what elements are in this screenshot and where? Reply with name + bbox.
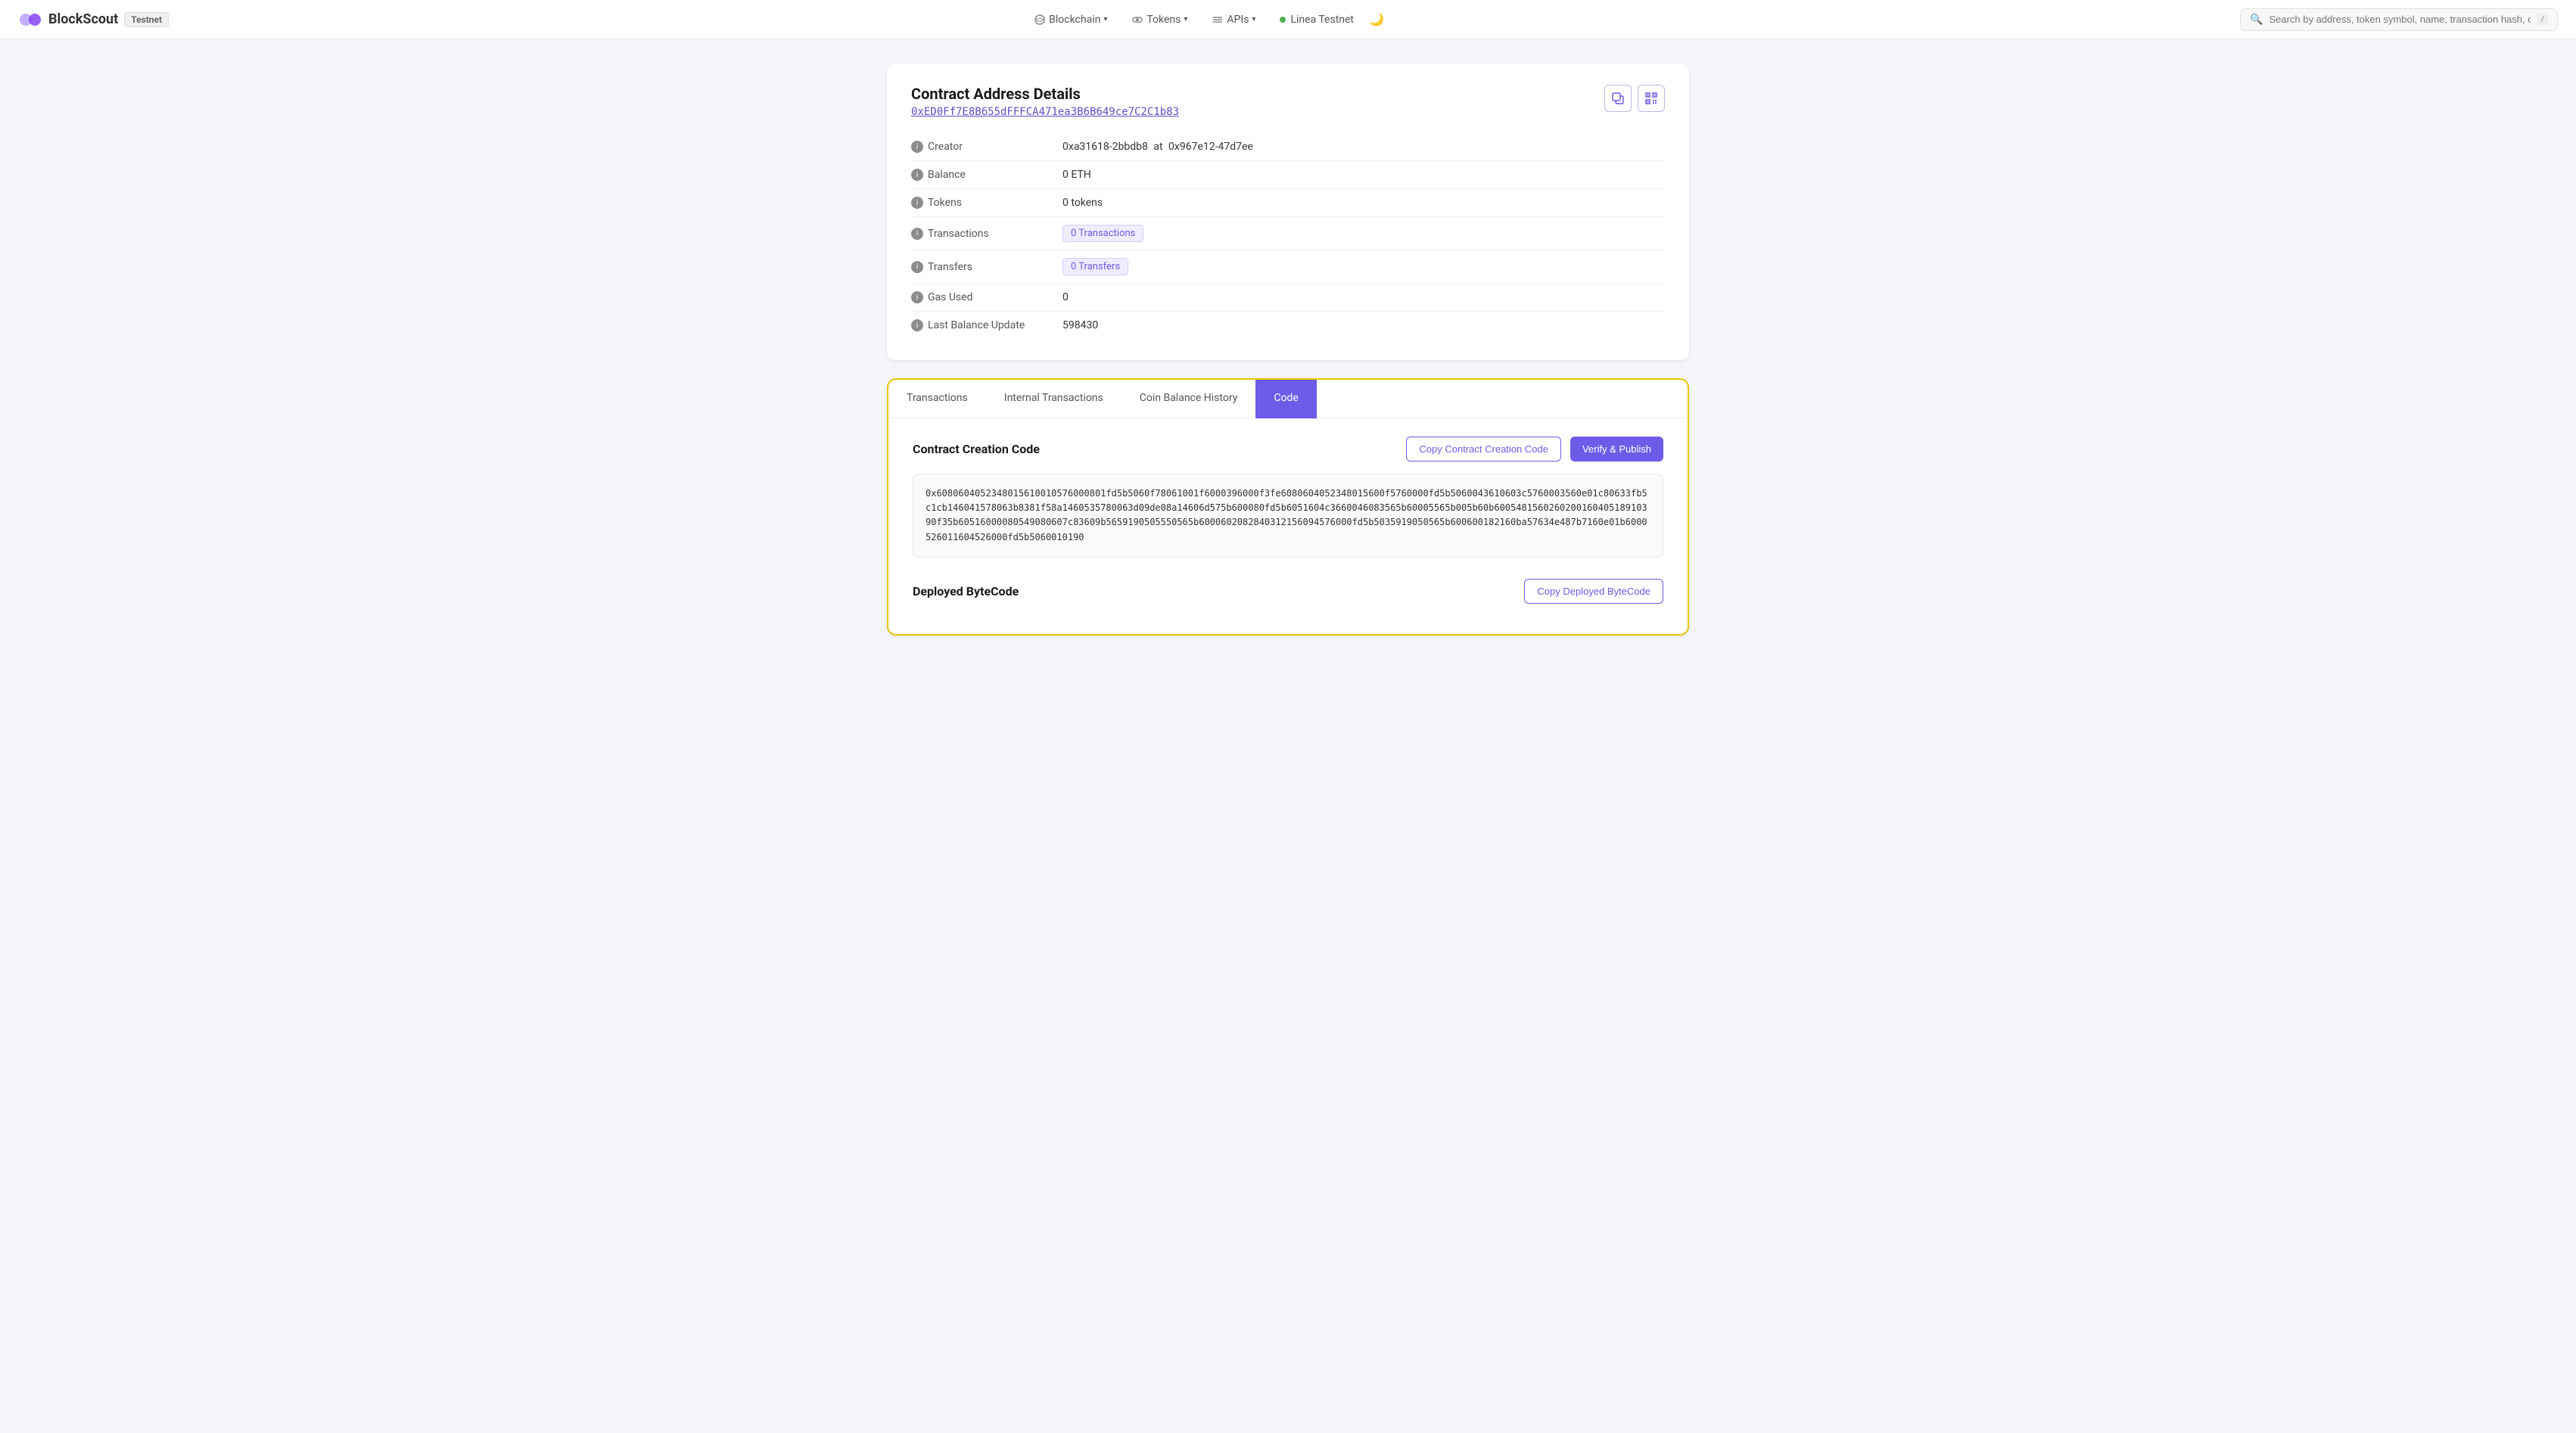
- transfers-badge[interactable]: 0 Transfers: [1062, 258, 1128, 275]
- card-title: Contract Address Details: [911, 85, 1665, 103]
- tab-internal-transactions[interactable]: Internal Transactions: [986, 380, 1122, 418]
- transactions-value: 0 Transactions: [1062, 225, 1143, 242]
- blockchain-icon: [1034, 14, 1046, 26]
- at-text: at: [1153, 141, 1165, 153]
- creator-label: i Creator: [911, 141, 1062, 153]
- apis-chevron-icon: ▾: [1252, 15, 1255, 23]
- balance-label: i Balance: [911, 169, 1062, 181]
- verify-publish-button[interactable]: Verify & Publish: [1570, 437, 1663, 462]
- copy-deployed-bytecode-button[interactable]: Copy Deployed ByteCode: [1524, 579, 1663, 604]
- gas-used-row: i Gas Used 0: [911, 284, 1665, 312]
- balance-info-icon: i: [911, 169, 923, 181]
- creator-address-link[interactable]: 0xa31618-2bbdb8: [1062, 141, 1148, 153]
- nav-apis[interactable]: APIs ▾: [1202, 9, 1265, 30]
- tokens-value: 0 tokens: [1062, 197, 1103, 209]
- nav-tokens[interactable]: Tokens ▾: [1122, 9, 1196, 30]
- tokens-chevron-icon: ▾: [1184, 15, 1187, 23]
- transfers-info-icon: i: [911, 261, 923, 273]
- balance-value: 0 ETH: [1062, 169, 1091, 181]
- creation-code-block: 0x6080604052348015610010576000801fd5b506…: [913, 474, 1663, 558]
- deployed-bytecode-actions: Copy Deployed ByteCode: [1524, 579, 1663, 604]
- transactions-label: i Transactions: [911, 228, 1062, 240]
- copy-icon: [1611, 92, 1625, 105]
- detail-table: i Creator 0xa31618-2bbdb8 at 0x967e12-47…: [911, 133, 1665, 339]
- contract-address[interactable]: 0xED0Ff7E8B655dFFFCA471ea3B6B649ce7C2C1b…: [911, 106, 1665, 118]
- copy-creation-code-button[interactable]: Copy Contract Creation Code: [1406, 437, 1561, 462]
- tabs-body: Contract Creation Code Copy Contract Cre…: [888, 418, 1688, 634]
- tokens-label: i Tokens: [911, 197, 1062, 209]
- last-balance-row: i Last Balance Update 598430: [911, 312, 1665, 339]
- tab-transactions[interactable]: Transactions: [888, 380, 986, 418]
- navbar-nav: Blockchain ▾ Tokens ▾ APIs ▾ Linea Testn…: [193, 9, 2216, 30]
- deployed-bytecode-title: Deployed ByteCode: [913, 584, 1019, 598]
- creator-tx-link[interactable]: 0x967e12-47d7ee: [1168, 141, 1253, 153]
- creation-code-actions: Copy Contract Creation Code Verify & Pub…: [1406, 437, 1663, 462]
- tokens-row: i Tokens 0 tokens: [911, 189, 1665, 217]
- transactions-row: i Transactions 0 Transactions: [911, 217, 1665, 250]
- transfers-value: 0 Transfers: [1062, 258, 1128, 275]
- deployed-bytecode-header: Deployed ByteCode Copy Deployed ByteCode: [913, 579, 1663, 604]
- card-icons: [1604, 85, 1665, 112]
- search-kbd-hint: /: [2537, 14, 2548, 25]
- search-icon: 🔍: [2250, 14, 2263, 26]
- last-balance-info-icon: i: [911, 319, 923, 331]
- apis-icon: [1212, 14, 1224, 26]
- tab-code[interactable]: Code: [1255, 380, 1316, 418]
- nav-linea-testnet[interactable]: Linea Testnet: [1271, 9, 1363, 30]
- creator-row: i Creator 0xa31618-2bbdb8 at 0x967e12-47…: [911, 133, 1665, 161]
- tokens-icon: [1131, 14, 1143, 26]
- search-input[interactable]: [2269, 14, 2531, 25]
- creator-value: 0xa31618-2bbdb8 at 0x967e12-47d7ee: [1062, 141, 1253, 153]
- creator-info-icon: i: [911, 141, 923, 153]
- last-balance-link[interactable]: 598430: [1062, 319, 1098, 331]
- gas-used-label: i Gas Used: [911, 291, 1062, 303]
- gas-used-value: 0: [1062, 291, 1069, 303]
- last-balance-label: i Last Balance Update: [911, 319, 1062, 331]
- navbar-right: 🔍 /: [2240, 8, 2558, 31]
- tabs-header: Transactions Internal Transactions Coin …: [888, 380, 1688, 418]
- search-bar[interactable]: 🔍 /: [2240, 8, 2558, 31]
- tabs-card: Transactions Internal Transactions Coin …: [887, 378, 1689, 636]
- transactions-badge[interactable]: 0 Transactions: [1062, 225, 1143, 242]
- network-status-dot: [1280, 17, 1286, 23]
- nav-blockchain[interactable]: Blockchain ▾: [1025, 9, 1116, 30]
- blockscout-logo-icon: [18, 8, 42, 32]
- creation-code-header: Contract Creation Code Copy Contract Cre…: [913, 437, 1663, 462]
- brand-name: BlockScout: [48, 11, 118, 27]
- transfers-label: i Transfers: [911, 261, 1062, 273]
- tab-coin-balance-history[interactable]: Coin Balance History: [1122, 380, 1256, 418]
- creation-code-title: Contract Creation Code: [913, 442, 1040, 456]
- brand-logo: BlockScout Testnet: [18, 8, 169, 32]
- tokens-info-icon: i: [911, 197, 923, 209]
- main-content: Contract Address Details 0xED0Ff7E8B655d…: [872, 39, 1704, 660]
- qr-icon: [1644, 92, 1658, 105]
- transactions-info-icon: i: [911, 228, 923, 240]
- gas-used-info-icon: i: [911, 291, 923, 303]
- qr-code-button[interactable]: [1638, 85, 1665, 112]
- navbar: BlockScout Testnet Blockchain ▾ Tokens ▾: [0, 0, 2576, 39]
- transfers-row: i Transfers 0 Transfers: [911, 250, 1665, 284]
- contract-details-card: Contract Address Details 0xED0Ff7E8B655d…: [887, 64, 1689, 360]
- blockchain-chevron-icon: ▾: [1103, 15, 1107, 23]
- dark-mode-toggle[interactable]: 🌙: [1369, 12, 1384, 26]
- copy-icon-button[interactable]: [1604, 85, 1632, 112]
- last-balance-value: 598430: [1062, 319, 1098, 331]
- testnet-badge: Testnet: [124, 12, 169, 27]
- balance-row: i Balance 0 ETH: [911, 161, 1665, 189]
